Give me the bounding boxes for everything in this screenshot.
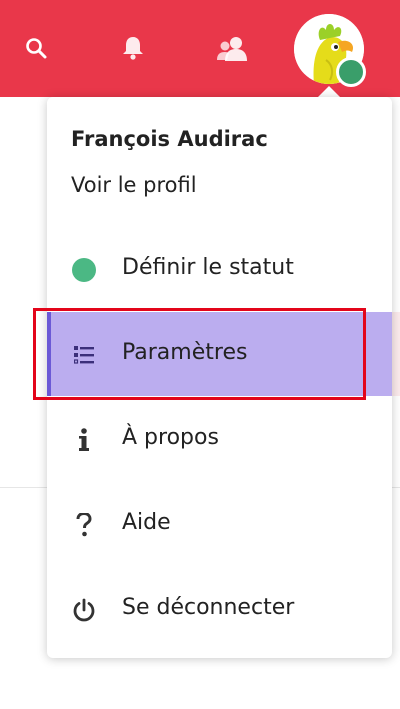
menu-item-logout[interactable]: Se déconnecter bbox=[47, 567, 392, 651]
menu-item-help[interactable]: Aide bbox=[47, 482, 392, 566]
contacts-icon[interactable] bbox=[212, 28, 252, 68]
menu-caret bbox=[318, 86, 340, 97]
status-online-icon bbox=[71, 257, 97, 283]
power-icon bbox=[71, 597, 97, 623]
menu-item-set-status[interactable]: Définir le statut bbox=[47, 227, 392, 311]
info-icon bbox=[71, 427, 97, 453]
menu-item-label: Aide bbox=[122, 510, 171, 535]
search-icon[interactable] bbox=[16, 28, 56, 68]
user-name: François Audirac bbox=[71, 127, 268, 151]
menu-item-label: Se déconnecter bbox=[122, 595, 295, 620]
bell-icon[interactable] bbox=[113, 28, 153, 68]
menu-item-label: Définir le statut bbox=[122, 255, 294, 280]
help-icon bbox=[71, 512, 97, 538]
highlight-box bbox=[33, 308, 366, 400]
menu-item-about[interactable]: À propos bbox=[47, 397, 392, 481]
avatar-status-icon bbox=[336, 57, 366, 87]
view-profile-link[interactable]: Voir le profil bbox=[71, 173, 197, 197]
menu-item-label: À propos bbox=[122, 425, 219, 450]
